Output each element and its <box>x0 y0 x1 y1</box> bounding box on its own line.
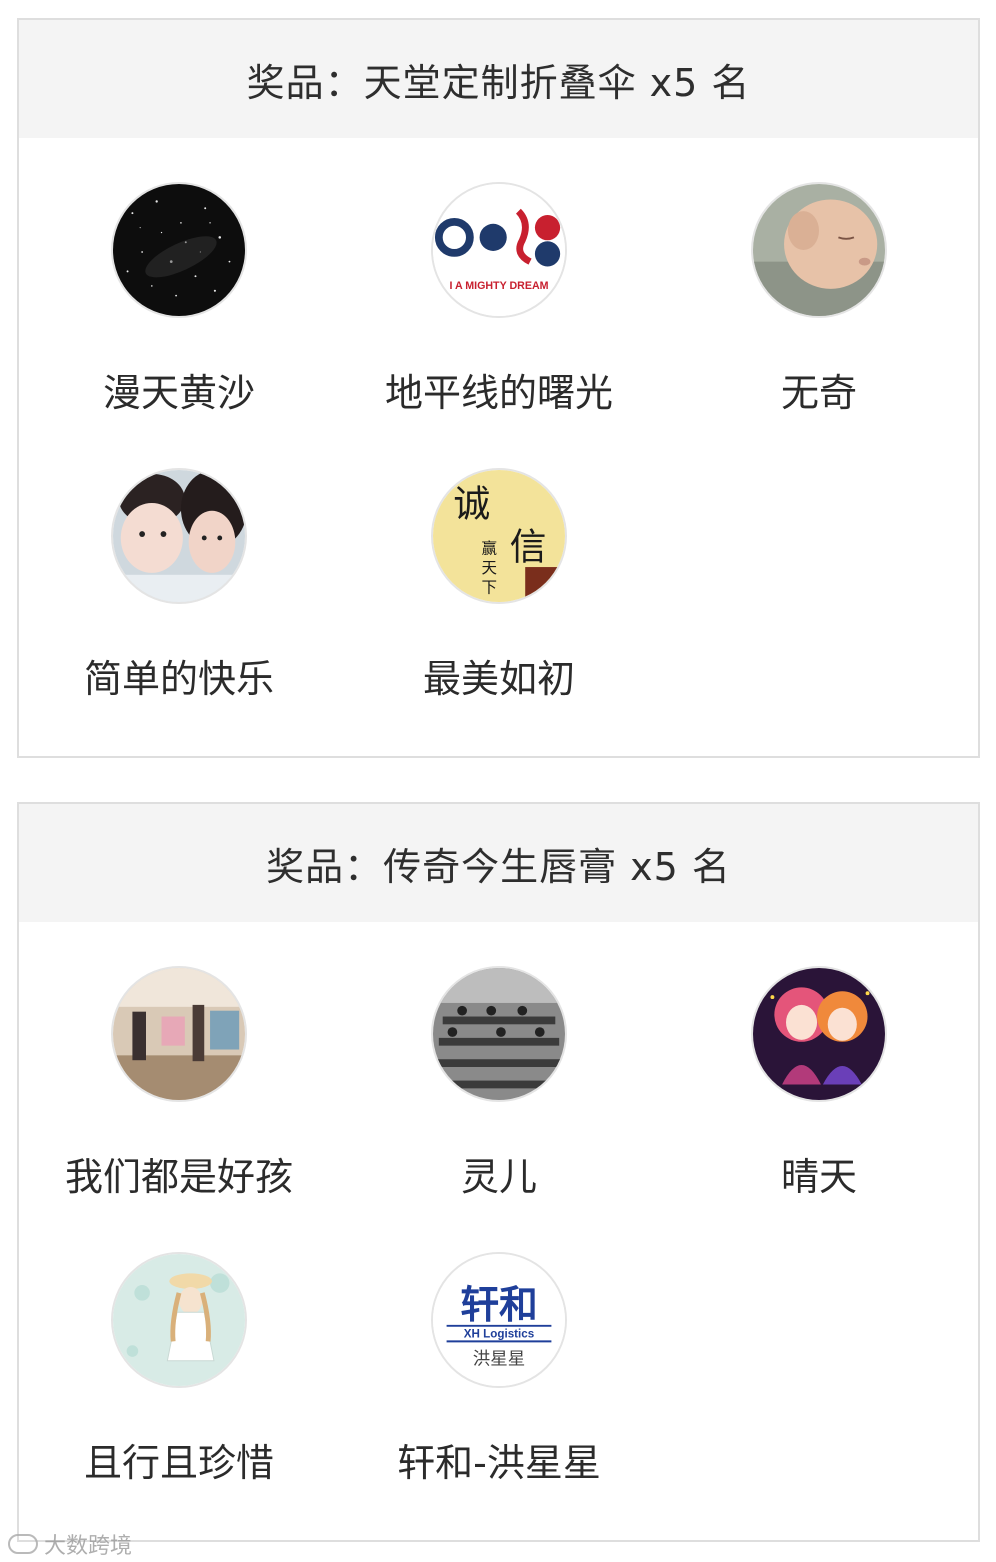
winner-item[interactable]: 轩和 XH Logistics 洪星星 轩和-洪星星 <box>339 1252 659 1487</box>
prize-title: 奖品：天堂定制折叠伞 x5 名 <box>19 20 978 138</box>
calligraphy-avatar: 诚 信 赢 天 下 <box>431 468 567 604</box>
calligraphy-char-3: 赢 <box>482 539 498 557</box>
prize-title: 奖品：传奇今生唇膏 x5 名 <box>19 804 978 922</box>
mighty-dream-text: I A MIGHTY DREAM <box>449 280 548 292</box>
winner-item[interactable]: 灵儿 <box>339 966 659 1201</box>
winner-item[interactable]: 且行且珍惜 <box>19 1252 339 1487</box>
watermark-text: 大数跨境 <box>44 1534 133 1559</box>
winner-item[interactable]: 漫天黄沙 <box>19 182 339 417</box>
winner-name: 我们都是好孩 <box>64 1155 293 1199</box>
winner-item[interactable]: 无奇 <box>659 182 979 417</box>
prize-section-lipstick: 奖品：传奇今生唇膏 x5 名 我们都是好孩 灵儿 晴天 且行且珍惜 轩和 XH … <box>17 802 980 1542</box>
bw-classroom-avatar <box>431 966 567 1102</box>
xh-logistics-logo-avatar: 轩和 XH Logistics 洪星星 <box>431 1252 567 1388</box>
winner-name: 地平线的曙光 <box>384 371 613 415</box>
xh-logo-name: 洪星星 <box>473 1350 525 1370</box>
winner-name: 灵儿 <box>460 1155 537 1199</box>
winner-name: 无奇 <box>780 371 857 415</box>
starry-sky-avatar <box>111 182 247 318</box>
winner-name: 晴天 <box>780 1155 857 1199</box>
winner-item[interactable]: 我们都是好孩 <box>19 966 339 1201</box>
winner-item[interactable]: 诚 信 赢 天 下 最美如初 <box>339 468 659 703</box>
winner-name: 轩和-洪星星 <box>397 1441 601 1485</box>
anime-girls-avatar <box>751 966 887 1102</box>
calligraphy-char-5: 下 <box>482 578 498 596</box>
winner-item[interactable]: I A MIGHTY DREAM 地平线的曙光 <box>339 182 659 417</box>
winner-name: 最美如初 <box>422 657 575 701</box>
mighty-dream-logo-avatar: I A MIGHTY DREAM <box>431 182 567 318</box>
winner-name: 且行且珍惜 <box>83 1441 274 1485</box>
winner-name: 简单的快乐 <box>83 657 274 701</box>
winner-item[interactable]: 简单的快乐 <box>19 468 339 703</box>
winner-grid: 漫天黄沙 I A MIGHTY DREAM 地平线的曙光 无奇 简单的快乐 诚 … <box>19 138 978 756</box>
xh-logo-mark: 轩和 <box>460 1283 538 1328</box>
anime-girl-umbrella-avatar <box>111 1252 247 1388</box>
calligraphy-char-4: 天 <box>482 559 498 577</box>
sleeping-baby-avatar <box>751 182 887 318</box>
winner-grid: 我们都是好孩 灵儿 晴天 且行且珍惜 轩和 XH Logistics 洪星星 轩… <box>19 922 978 1540</box>
store-interior-avatar <box>111 966 247 1102</box>
winner-item[interactable]: 晴天 <box>659 966 979 1201</box>
calligraphy-char-1: 诚 <box>453 483 490 526</box>
xh-logo-text: XH Logistics <box>464 1327 534 1340</box>
mother-child-selfie-avatar <box>111 468 247 604</box>
logo-icon <box>8 1534 38 1554</box>
calligraphy-char-2: 信 <box>510 525 547 568</box>
winner-name: 漫天黄沙 <box>102 371 255 415</box>
watermark: 大数跨境 <box>8 1528 132 1560</box>
prize-section-umbrella: 奖品：天堂定制折叠伞 x5 名 漫天黄沙 I A MIGHTY DREAM 地平… <box>17 18 980 758</box>
